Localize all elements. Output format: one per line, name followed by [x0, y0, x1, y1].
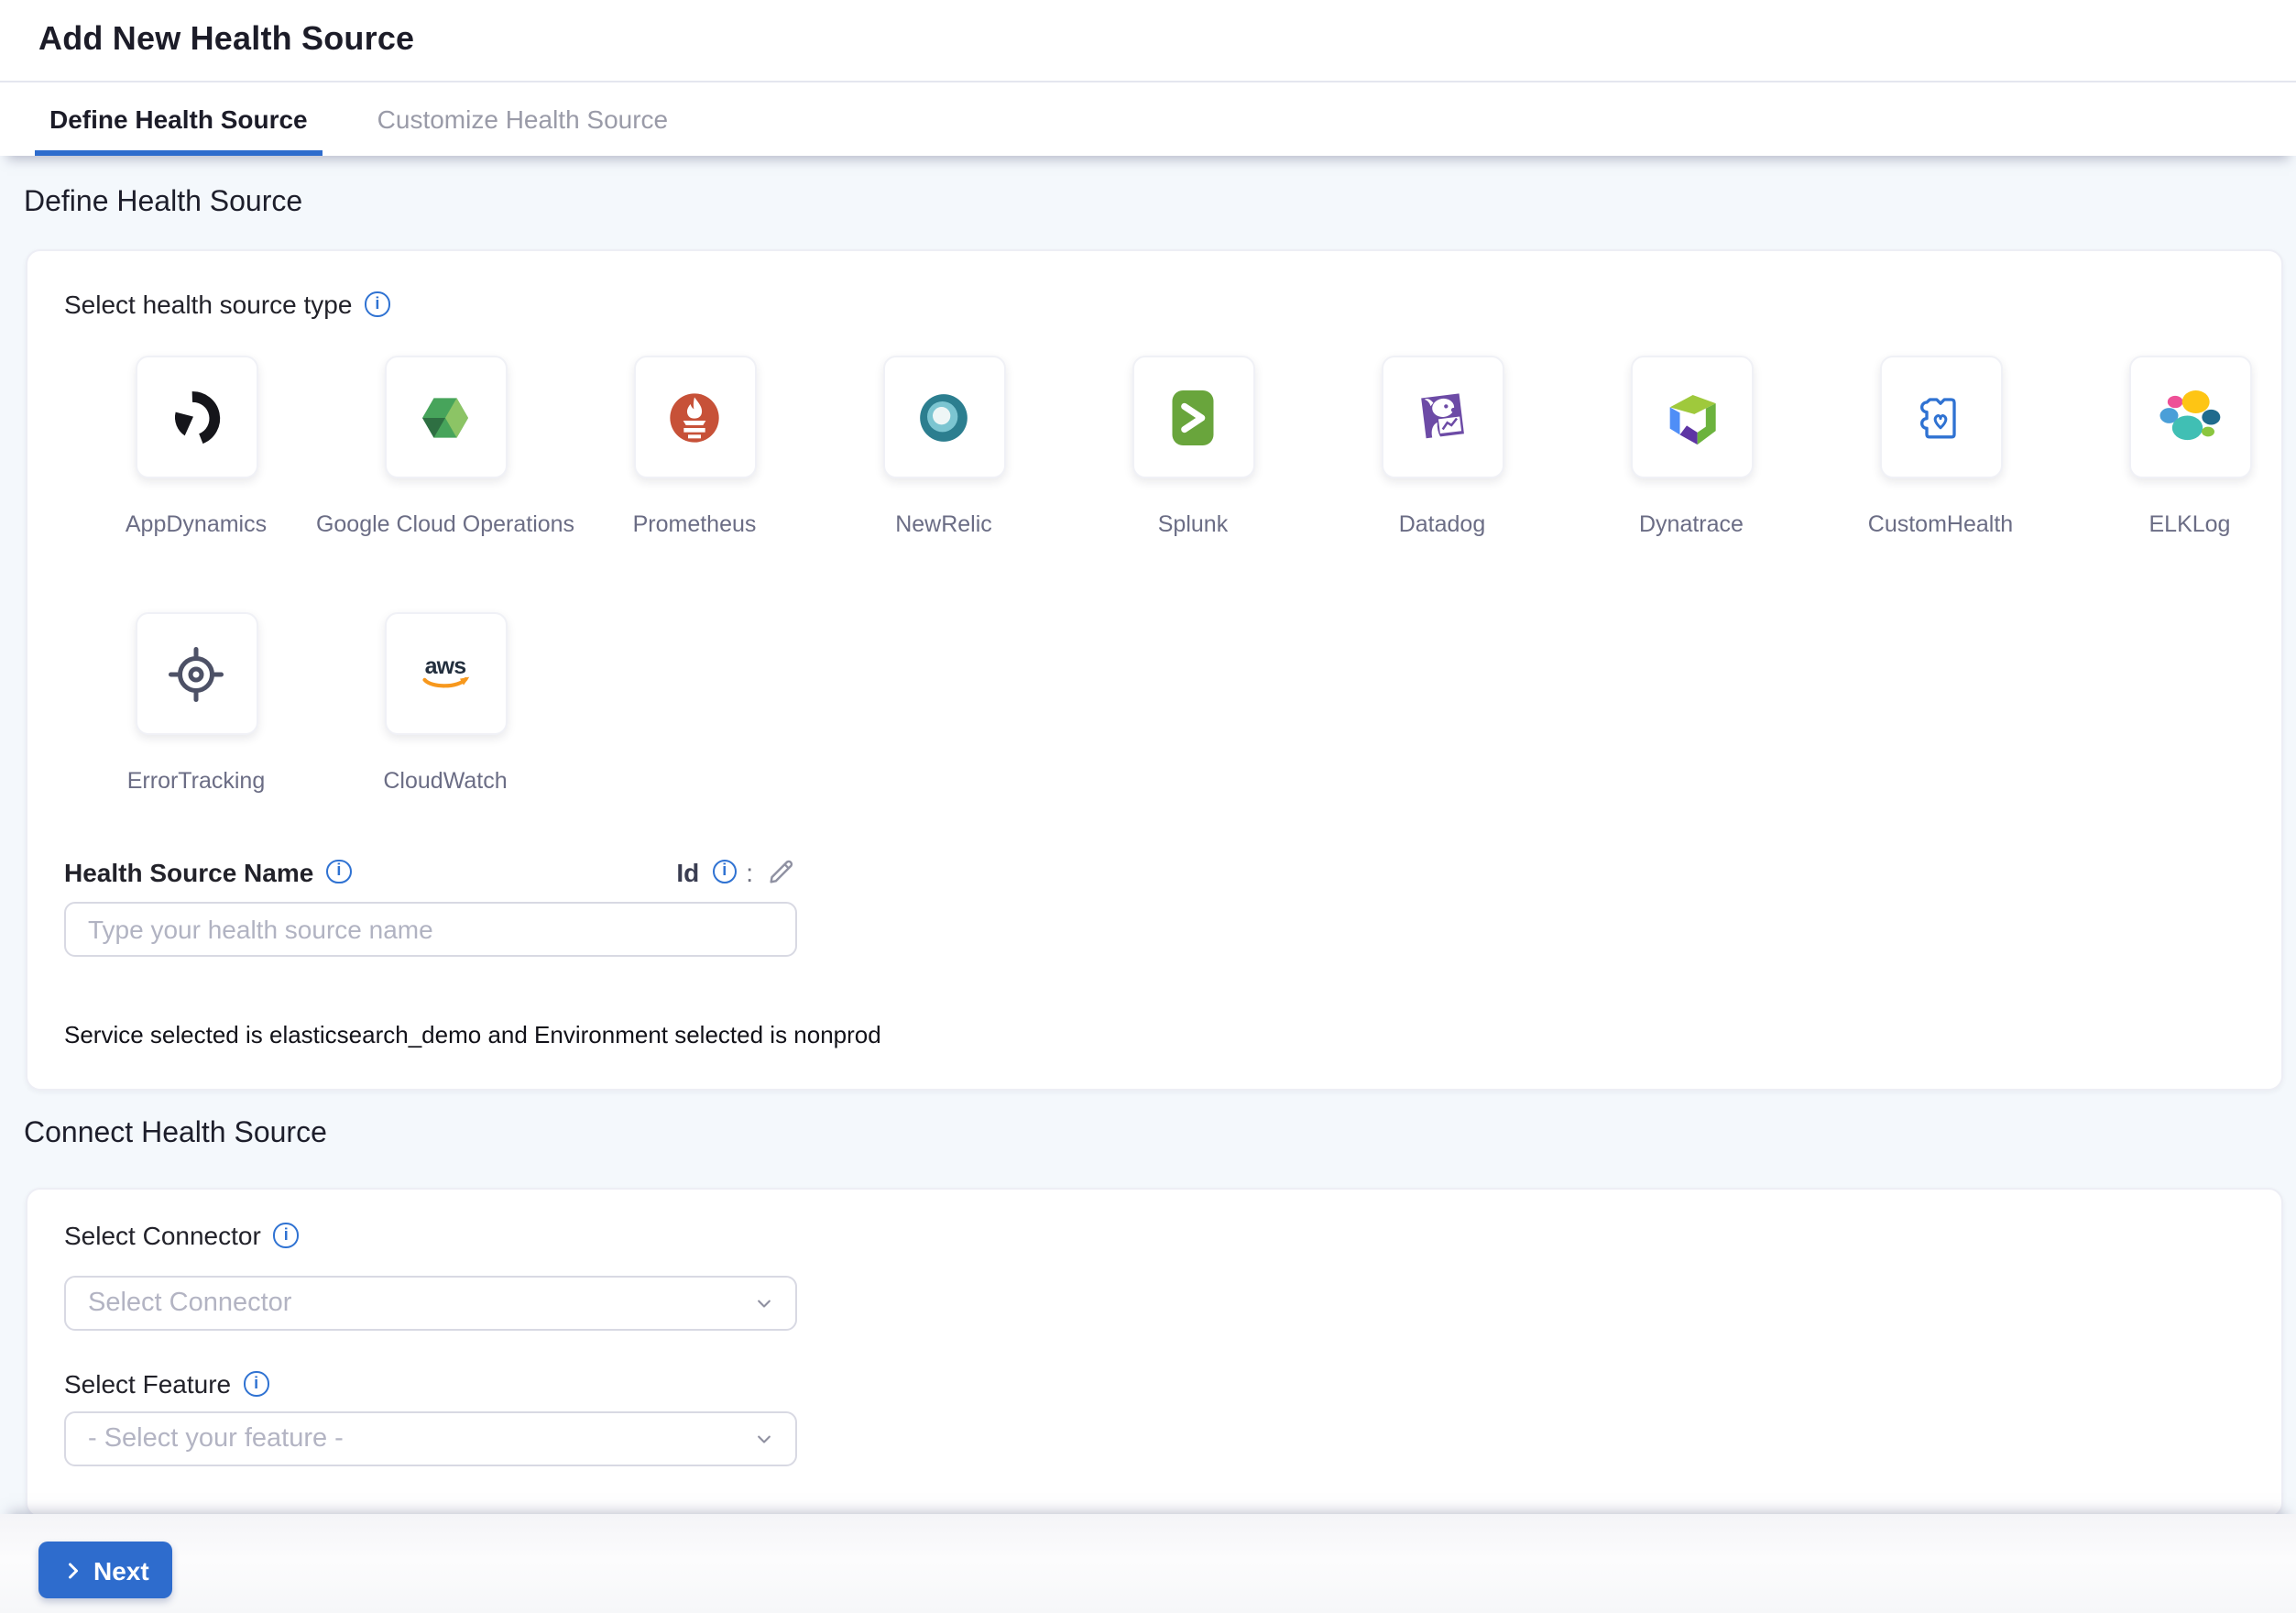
- pencil-icon: [766, 856, 797, 887]
- chevron-down-icon: [751, 1426, 777, 1452]
- feature-select-placeholder: - Select your feature -: [88, 1424, 344, 1454]
- tab-bar: Define Health Source Customize Health So…: [0, 82, 2296, 156]
- info-icon[interactable]: [365, 292, 389, 317]
- elklog-icon: [2153, 380, 2226, 454]
- id-label: Id: [676, 857, 699, 886]
- service-environment-note: Service selected is elasticsearch_demo a…: [64, 1021, 881, 1048]
- health-source-option-prometheus[interactable]: Prometheus: [570, 356, 819, 536]
- health-source-option-splunk[interactable]: Splunk: [1068, 356, 1317, 536]
- info-icon[interactable]: [326, 860, 351, 884]
- next-button-label: Next: [93, 1555, 149, 1585]
- chevron-right-icon: [62, 1559, 84, 1581]
- health-source-option-appdynamics[interactable]: AppDynamics: [71, 356, 321, 536]
- source-label: NewRelic: [895, 513, 992, 536]
- dynatrace-icon: [1655, 380, 1728, 454]
- source-label: ErrorTracking: [127, 770, 266, 793]
- appdynamics-icon: [159, 380, 233, 454]
- customhealth-icon: [1904, 380, 1977, 454]
- source-label: Splunk: [1158, 513, 1228, 536]
- newrelic-icon: [907, 380, 980, 454]
- health-source-option-dynatrace[interactable]: Dynatrace: [1567, 356, 1816, 536]
- footer-bar: Next: [0, 1514, 2296, 1613]
- add-health-source-page: Add New Health Source Define Health Sour…: [0, 0, 2296, 1613]
- health-source-option-newrelic[interactable]: NewRelic: [819, 356, 1068, 536]
- google-cloud-operations-icon: [409, 380, 482, 454]
- health-source-option-cloudwatch[interactable]: aws CloudWatch: [321, 612, 570, 793]
- source-label: AppDynamics: [126, 513, 267, 536]
- connector-select-placeholder: Select Connector: [88, 1289, 291, 1318]
- health-source-option-google-cloud-operations[interactable]: Google Cloud Operations: [321, 356, 570, 536]
- define-section-heading: Define Health Source: [24, 187, 302, 220]
- health-source-option-customhealth[interactable]: CustomHealth: [1816, 356, 2065, 536]
- source-label: Google Cloud Operations: [316, 513, 574, 536]
- next-button[interactable]: Next: [38, 1542, 173, 1598]
- tab-customize-health-source[interactable]: Customize Health Source: [365, 82, 682, 156]
- source-label: Dynatrace: [1639, 513, 1744, 536]
- select-connector-label: Select Connector: [64, 1221, 261, 1250]
- svg-text:aws: aws: [425, 653, 466, 678]
- source-grid-row-2: ErrorTracking aws CloudWatch: [71, 612, 570, 793]
- source-label: Datadog: [1399, 513, 1486, 536]
- source-label: CloudWatch: [383, 770, 507, 793]
- health-source-option-datadog[interactable]: Datadog: [1317, 356, 1567, 536]
- edit-id-button[interactable]: [766, 856, 797, 887]
- chevron-down-icon: [751, 1290, 777, 1316]
- health-source-option-errortracking[interactable]: ErrorTracking: [71, 612, 321, 793]
- define-health-source-card: Select health source type AppDynamics: [26, 249, 2283, 1091]
- page-header: Add New Health Source: [0, 0, 2296, 82]
- connect-health-source-card: Select Connector Select Connector Select…: [26, 1188, 2283, 1518]
- source-grid-row-1: AppDynamics Google Cloud Operations: [71, 356, 2296, 536]
- info-icon[interactable]: [712, 860, 737, 884]
- source-label: CustomHealth: [1868, 513, 2013, 536]
- info-icon[interactable]: [244, 1372, 268, 1397]
- splunk-icon: [1156, 380, 1230, 454]
- health-source-name-input[interactable]: [64, 902, 797, 957]
- cloudwatch-icon: aws: [409, 637, 482, 710]
- info-icon[interactable]: [274, 1223, 299, 1248]
- select-feature-label-row: Select Feature: [64, 1369, 268, 1399]
- id-separator: :: [746, 857, 753, 886]
- select-feature-label: Select Feature: [64, 1369, 231, 1399]
- feature-select[interactable]: - Select your feature -: [64, 1411, 797, 1466]
- prometheus-icon: [658, 380, 731, 454]
- source-label: ELKLog: [2149, 513, 2231, 536]
- tab-define-health-source[interactable]: Define Health Source: [37, 82, 321, 156]
- id-group: Id :: [676, 856, 797, 887]
- health-source-name-label-group: Health Source Name: [64, 857, 351, 886]
- source-label: Prometheus: [633, 513, 757, 536]
- select-type-label: Select health source type: [64, 290, 352, 319]
- page-title: Add New Health Source: [38, 20, 414, 59]
- connect-section-heading: Connect Health Source: [24, 1118, 327, 1151]
- connector-select[interactable]: Select Connector: [64, 1276, 797, 1331]
- name-id-row: Health Source Name Id :: [64, 856, 797, 887]
- health-source-option-elklog[interactable]: ELKLog: [2065, 356, 2296, 536]
- select-type-label-row: Select health source type: [64, 290, 389, 319]
- select-connector-label-row: Select Connector: [64, 1221, 299, 1250]
- health-source-name-label: Health Source Name: [64, 857, 313, 886]
- datadog-icon: [1405, 380, 1479, 454]
- errortracking-icon: [159, 637, 233, 710]
